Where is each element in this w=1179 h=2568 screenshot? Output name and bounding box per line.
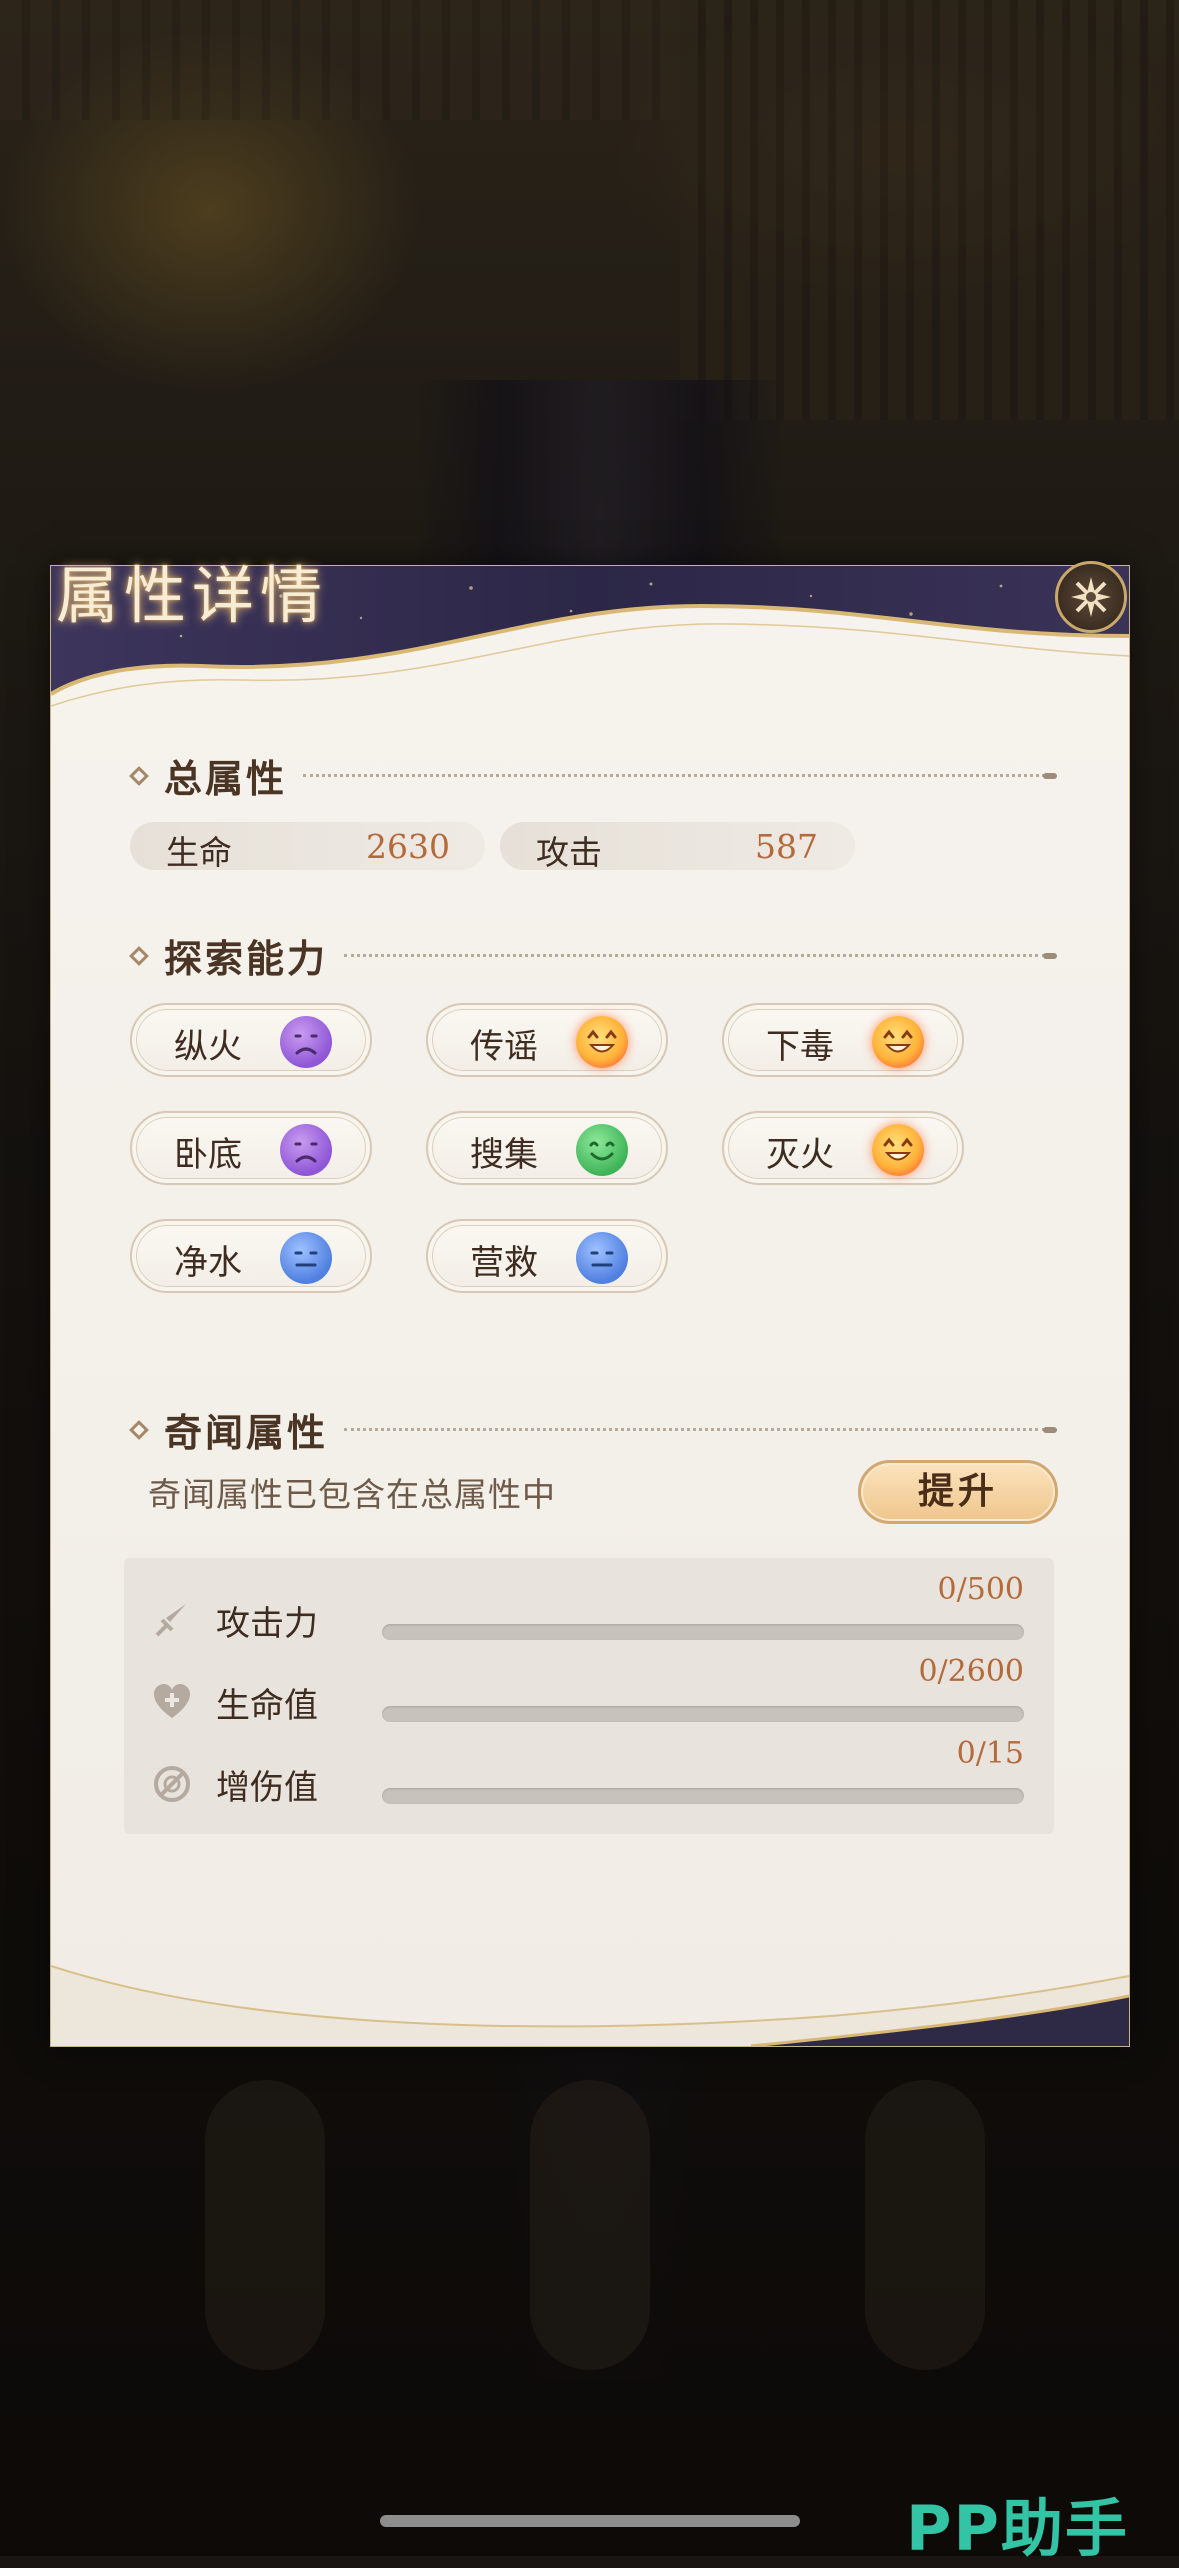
neutral-face-icon [280,1232,332,1284]
diamond-bullet-icon [129,945,149,966]
diamond-bullet-icon [129,765,149,786]
section-title: 奇闻属性 [164,1410,329,1455]
ability-chip[interactable]: 卧底 [130,1111,372,1185]
close-button[interactable] [1055,561,1127,633]
section-title: 探索能力 [164,936,329,981]
stat-attack: 攻击 587 [500,822,855,872]
section-exploration: 探索能力 [129,928,1057,983]
curio-attribute-box: 攻击力 0/500 生命值 0/2600 增伤值 0/15 [124,1558,1054,1834]
panel-footer-decoration [51,1936,1129,2046]
damage-boost-icon [154,1766,190,1802]
ability-name: 搜集 [470,1135,538,1175]
ability-name: 卧底 [174,1135,242,1175]
home-indicator[interactable] [380,2515,800,2527]
neutral-face-icon [576,1232,628,1284]
progress-bar [382,1624,1024,1640]
progress-bar [382,1706,1024,1722]
section-total-attributes: 总属性 [129,748,1057,803]
happy-face-icon [872,1124,924,1176]
panel-title: 属性详情 [56,559,329,632]
ability-chip[interactable]: 营救 [426,1219,668,1293]
ability-chip[interactable]: 灭火 [722,1111,964,1185]
happy-face-icon [872,1016,924,1068]
diamond-bullet-icon [129,1419,149,1440]
curio-row-attack: 攻击力 0/500 [124,1572,1054,1648]
heart-plus-icon [154,1684,190,1718]
smile-face-icon [576,1124,628,1176]
stat-hp: 生命 2630 [130,822,485,872]
ability-name: 灭火 [766,1135,834,1175]
ability-chip[interactable]: 传谣 [426,1003,668,1077]
section-curio-attributes: 奇闻属性 [129,1402,1057,1457]
watermark: PP助手 [906,2492,1129,2565]
sword-icon [155,1604,186,1637]
curio-row-damage: 增伤值 0/15 [124,1736,1054,1812]
ability-chip[interactable]: 净水 [130,1219,372,1293]
ability-name: 净水 [174,1243,242,1283]
ability-name: 营救 [470,1243,538,1283]
ability-name: 纵火 [174,1027,242,1067]
ability-chip[interactable]: 搜集 [426,1111,668,1185]
curio-row-hp: 生命值 0/2600 [124,1654,1054,1730]
close-icon [1071,577,1111,617]
upgrade-button[interactable]: 提升 [858,1460,1058,1524]
ability-chip[interactable]: 纵火 [130,1003,372,1077]
ability-chip[interactable]: 下毒 [722,1003,964,1077]
sad-face-icon [280,1016,332,1068]
ability-name: 传谣 [470,1027,538,1067]
happy-face-icon [576,1016,628,1068]
ability-name: 下毒 [766,1027,834,1067]
progress-bar [382,1788,1024,1804]
curio-note: 奇闻属性已包含在总属性中 [148,1475,556,1514]
section-title: 总属性 [164,756,288,801]
sad-face-icon [280,1124,332,1176]
